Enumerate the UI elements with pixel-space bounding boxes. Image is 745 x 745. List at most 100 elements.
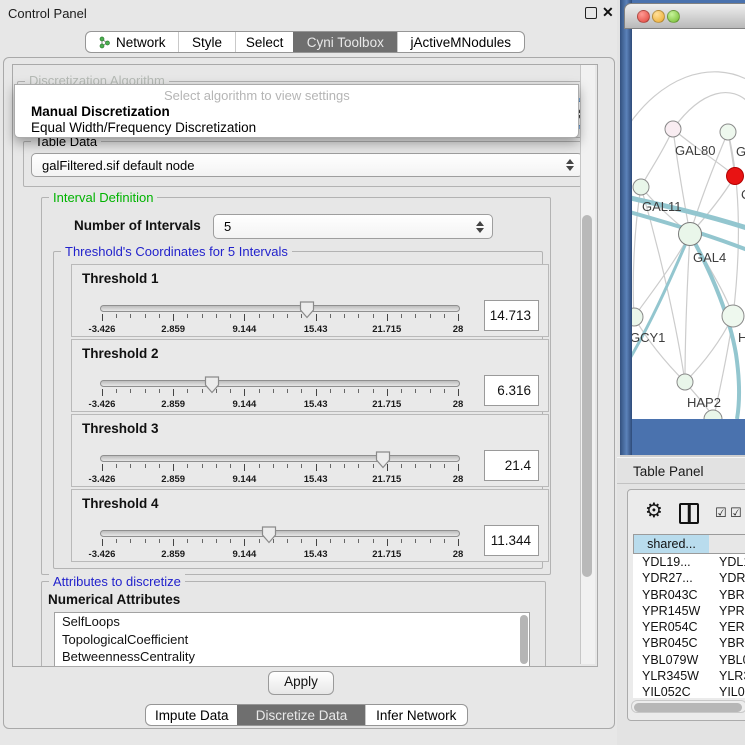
table-row[interactable]: YPR145WYPR1: [633, 603, 745, 619]
zoom-traffic-light[interactable]: [667, 10, 680, 23]
scale-label: 28: [453, 549, 464, 560]
table-panel-body: ⚙ ☑ ☑ shared... na YDL19...YDL1YDR27...Y…: [627, 489, 745, 721]
scale-label: 15.43: [304, 474, 328, 485]
tick-mark: [444, 314, 445, 318]
threshold-2-value-field[interactable]: 6.316: [484, 375, 539, 406]
threshold-3-slider: -3.4262.8599.14415.4321.71528: [102, 453, 458, 487]
tab-impute-data[interactable]: Impute Data: [146, 705, 237, 725]
table-row[interactable]: YLR345WYLR3: [633, 668, 745, 684]
tick-mark: [415, 539, 416, 543]
num-intervals-combobox[interactable]: 5: [213, 214, 493, 239]
table-data-combobox[interactable]: galFiltered.sif default node: [31, 153, 583, 177]
table-hscrollbar-thumb[interactable]: [634, 703, 742, 712]
table-row[interactable]: YIL052CYIL0: [633, 684, 745, 698]
checkbox-column-icon-2[interactable]: ☑: [730, 506, 742, 521]
slider-track[interactable]: [100, 455, 460, 462]
tick-mark: [358, 314, 359, 318]
slider-thumb[interactable]: [375, 451, 391, 469]
tick-mark: [187, 539, 188, 543]
table-row[interactable]: YBL079WYBL0: [633, 652, 745, 668]
num-intervals-label: Number of Intervals: [74, 218, 201, 233]
scale-label: 2.859: [161, 474, 185, 485]
tick-mark: [358, 464, 359, 468]
table-row[interactable]: YDR27...YDR2: [633, 570, 745, 586]
list-scrollbar[interactable]: [520, 615, 528, 664]
network-window-titlebar[interactable]: [624, 3, 745, 29]
node-label: GA: [736, 144, 745, 159]
panel-scrollbar-thumb[interactable]: [582, 215, 592, 577]
tick-mark: [259, 314, 260, 318]
node-label: HAP2: [687, 395, 721, 410]
cell-name: YPR1: [709, 603, 745, 619]
threshold-4-value-field[interactable]: 11.344: [484, 525, 539, 556]
threshold-1-value-field[interactable]: 14.713: [484, 300, 539, 331]
tick-mark: [244, 389, 245, 396]
table-row[interactable]: YDL19...YDL1: [633, 554, 745, 570]
minimize-traffic-light[interactable]: [652, 10, 665, 23]
popup-option-manual-discretization[interactable]: Manual Discretization: [17, 104, 590, 119]
algorithm-hint: Select algorithm to view settings: [164, 88, 350, 103]
attribute-list-item[interactable]: BetweennessCentrality: [55, 648, 529, 666]
tick-mark: [145, 464, 146, 468]
tab-jactivemnodules[interactable]: jActiveMNodules: [397, 32, 524, 52]
network-node-gal4[interactable]: [679, 223, 702, 246]
cell-name: YBR0: [709, 587, 745, 603]
column-header-name[interactable]: na: [709, 534, 745, 554]
threshold-3-value-field[interactable]: 21.4: [484, 450, 539, 481]
slider-track[interactable]: [100, 380, 460, 387]
network-node-ga[interactable]: [720, 124, 736, 140]
table-hscrollbar-track[interactable]: [631, 700, 745, 713]
network-canvas[interactable]: GAL80GACGAL11GAL4GCY1HHAP2: [632, 29, 745, 419]
column-header-shared-name[interactable]: shared...: [633, 534, 709, 554]
tick-mark: [401, 389, 402, 393]
combo-arrows-icon: [476, 221, 484, 233]
table-row[interactable]: YBR045CYBR0: [633, 635, 745, 651]
node-label: GAL4: [693, 250, 726, 265]
scale-label: 21.715: [372, 549, 401, 560]
float-window-icon[interactable]: [585, 7, 597, 19]
tick-mark: [316, 314, 317, 321]
network-node-c[interactable]: [727, 168, 744, 185]
attribute-list-item[interactable]: SelfLoops: [55, 613, 529, 631]
network-node-hap2[interactable]: [677, 374, 693, 390]
close-icon[interactable]: ✕: [602, 4, 614, 21]
tick-mark: [358, 539, 359, 543]
table-row[interactable]: YER054CYER0: [633, 619, 745, 635]
tab-discretize-data[interactable]: Discretize Data: [237, 705, 364, 725]
network-node[interactable]: [704, 410, 722, 419]
tab-network[interactable]: Network: [86, 32, 178, 52]
network-node-gal80[interactable]: [665, 121, 681, 137]
slider-track[interactable]: [100, 305, 460, 312]
tick-mark: [287, 314, 288, 318]
table-data-value: galFiltered.sif default node: [42, 158, 194, 173]
cell-shared-name: YDL19...: [633, 554, 709, 570]
tab-impute-data-label: Impute Data: [155, 708, 229, 723]
slider-scale-labels: -3.4262.8599.14415.4321.71528: [102, 549, 458, 560]
slider-thumb[interactable]: [204, 376, 220, 394]
tab-infer-network[interactable]: Infer Network: [365, 705, 467, 725]
network-node-h[interactable]: [722, 305, 744, 327]
tab-select[interactable]: Select: [235, 32, 293, 52]
slider-track[interactable]: [100, 530, 460, 537]
close-traffic-light[interactable]: [637, 10, 650, 23]
threshold-2-slider: -3.4262.8599.14415.4321.71528: [102, 378, 458, 412]
tick-mark: [444, 464, 445, 468]
network-node-gcy1[interactable]: [632, 308, 643, 326]
tick-mark: [216, 464, 217, 468]
checkbox-column-icon[interactable]: ☑: [715, 506, 727, 521]
tick-mark: [230, 314, 231, 318]
attribute-list-item[interactable]: TopologicalCoefficient: [55, 631, 529, 649]
slider-thumb[interactable]: [261, 526, 277, 544]
tab-cyni-toolbox[interactable]: Cyni Toolbox: [293, 32, 397, 52]
popup-option-equal-width[interactable]: Equal Width/Frequency Discretization: [17, 120, 590, 135]
tab-style[interactable]: Style: [178, 32, 236, 52]
gear-icon[interactable]: ⚙: [645, 498, 663, 522]
tab-network-label: Network: [116, 35, 166, 50]
tick-mark: [373, 539, 374, 543]
network-node-gal11[interactable]: [633, 179, 649, 195]
tick-mark: [202, 314, 203, 318]
split-table-icon[interactable]: [679, 503, 699, 524]
slider-thumb[interactable]: [299, 301, 315, 319]
apply-button[interactable]: Apply: [268, 671, 334, 695]
table-row[interactable]: YBR043CYBR0: [633, 587, 745, 603]
